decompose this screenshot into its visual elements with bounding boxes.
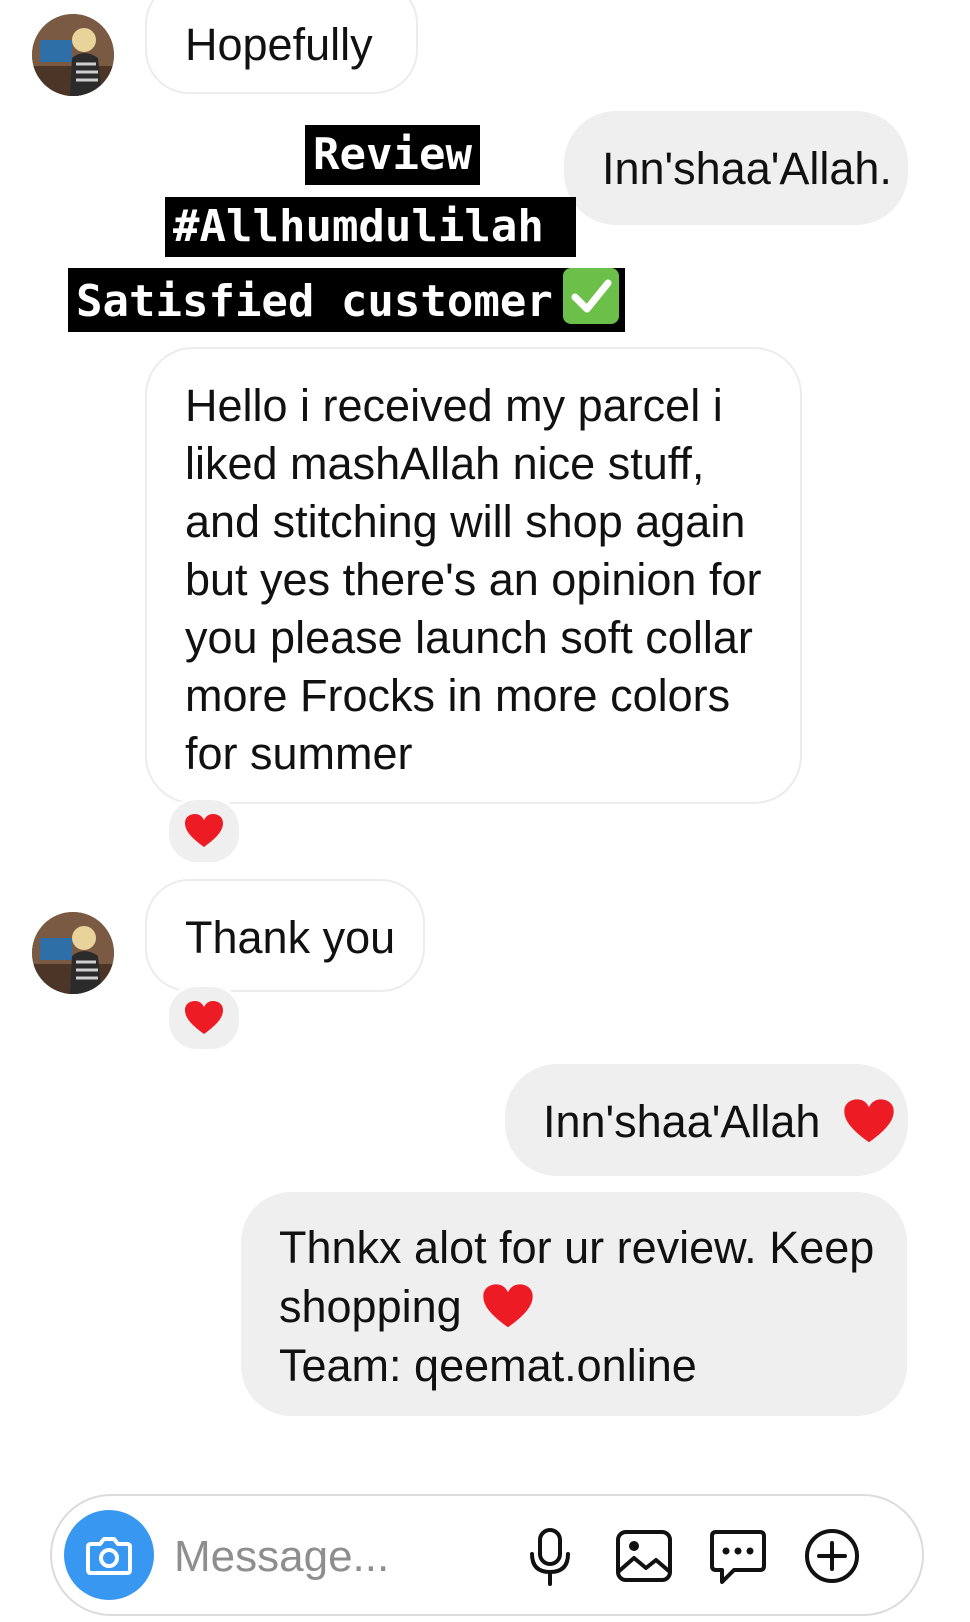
message-text: Hopefully	[185, 19, 373, 70]
message-line: but yes there's an opinion for	[185, 554, 762, 605]
outgoing-message-bubble[interactable]: Inn'shaa'Allah	[505, 1064, 908, 1176]
plus-icon[interactable]	[800, 1524, 864, 1588]
message-text: Thank you	[185, 912, 396, 963]
message-line: Team: qeemat.online	[279, 1340, 697, 1391]
incoming-message-bubble[interactable]: Thank you	[145, 879, 425, 992]
message-input[interactable]	[172, 1526, 506, 1588]
contact-avatar[interactable]	[32, 14, 114, 96]
message-line: and stitching will shop again	[185, 496, 746, 547]
avatar-photo-icon	[32, 14, 114, 96]
gallery-icon[interactable]	[612, 1524, 676, 1588]
outgoing-message-bubble[interactable]: Thnkx alot for ur review. Keep shopping …	[241, 1192, 907, 1416]
overlay-text-review: Review	[305, 125, 480, 185]
outgoing-message-bubble[interactable]: Inn'shaa'Allah.	[564, 111, 908, 225]
message-text: Inn'shaa'Allah.	[602, 143, 892, 194]
overlay-text-hashtag: #Allhumdulilah	[165, 197, 576, 257]
message-text: Inn'shaa'Allah	[543, 1096, 821, 1147]
avatar-photo-icon	[32, 912, 114, 994]
overlay-text-satisfied: Satisfied customer	[68, 268, 625, 332]
contact-avatar[interactable]	[32, 912, 114, 994]
message-line: for summer	[185, 728, 413, 779]
heart-icon	[185, 1001, 223, 1034]
camera-button[interactable]	[64, 1510, 154, 1600]
message-line: shopping	[279, 1277, 907, 1336]
message-line: you please launch soft collar	[185, 612, 753, 663]
check-mark-icon	[562, 268, 619, 324]
microphone-icon[interactable]	[518, 1524, 582, 1588]
heart-emoji-icon	[483, 1284, 533, 1328]
heart-reaction[interactable]	[166, 797, 242, 865]
camera-icon	[86, 1537, 132, 1575]
message-composer	[50, 1494, 924, 1616]
incoming-review-message-bubble[interactable]: Hello i received my parcel i liked mashA…	[145, 347, 802, 804]
heart-emoji-icon	[844, 1099, 894, 1143]
sticker-icon[interactable]	[706, 1524, 770, 1588]
message-line: Hello i received my parcel i	[185, 380, 723, 431]
incoming-message-bubble[interactable]: Hopefully	[145, 0, 418, 94]
heart-icon	[185, 814, 223, 847]
message-line: more Frocks in more colors	[185, 670, 731, 721]
heart-reaction[interactable]	[166, 984, 242, 1052]
message-line: liked mashAllah nice stuff,	[185, 438, 705, 489]
message-line: Thnkx alot for ur review. Keep	[279, 1222, 875, 1273]
